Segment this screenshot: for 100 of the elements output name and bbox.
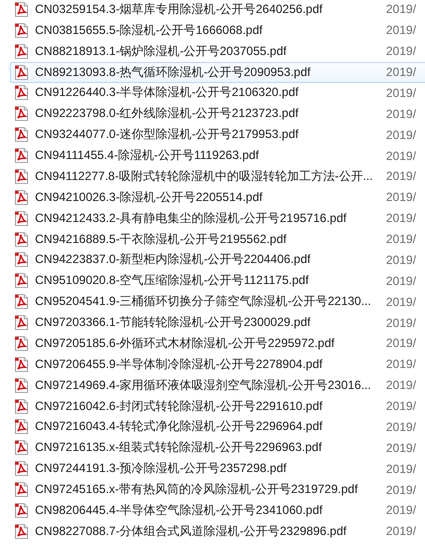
pdf-file-icon [15, 461, 28, 476]
file-name[interactable]: CN88218913.1-锅炉除湿机-公开号2037055.pdf [35, 42, 383, 60]
pdf-file-icon [15, 294, 28, 310]
pdf-file-icon [15, 356, 28, 372]
file-name[interactable]: CN94210026.3-除湿机-公开号2205514.pdf [35, 188, 383, 206]
file-name[interactable]: CN94112277.8-吸附式转轮除湿机中的吸湿转轮加工方法-公开... [35, 168, 383, 185]
file-name[interactable]: CN94223837.0-新型柜内除湿机-公开号2204406.pdf [35, 251, 383, 268]
file-name[interactable]: CN98227088.7-分体组合式风道除湿机-公开号2329896.pdf [35, 522, 383, 540]
date-modified: 2019/ [386, 399, 416, 414]
date-modified: 2019/ [386, 128, 416, 142]
date-modified: 2019/ [386, 23, 416, 38]
pdf-file-icon [15, 106, 28, 122]
date-modified: 2019/ [386, 232, 416, 246]
file-row[interactable]: CN93244077.0-迷你型除湿机-公开号2179953.pdf 2019/ [10, 124, 425, 146]
date-modified: 2019/ [386, 524, 416, 538]
file-name[interactable]: CN97214969.4-家用循环液体吸湿剂空气除湿机-公开号23016... [35, 376, 383, 394]
pdf-file-icon [15, 419, 28, 434]
file-row[interactable]: CN97205185.6-外循环式木材除湿机-公开号2295972.pdf 2019/ [10, 333, 425, 354]
file-row[interactable]: CN95109020.8-空气压缩除湿机-公开号1121175.pdf 2019/ [10, 270, 425, 292]
file-row[interactable]: CN92223798.0-红外线除湿机-公开号2123723.pdf 2019/ [10, 103, 425, 124]
file-row[interactable]: CN97203366.1-节能转轮除湿机-公开号2300029.pdf 2019/ [10, 312, 425, 333]
date-modified: 2019/ [386, 482, 416, 497]
date-modified: 2019/ [386, 2, 416, 16]
pdf-file-icon [15, 336, 28, 351]
file-row[interactable]: CN03815655.5-除湿机-公开号1666068.pdf 2019/ [10, 20, 425, 41]
pdf-file-icon [15, 378, 28, 393]
date-modified: 2019/ [386, 503, 416, 518]
file-name[interactable]: CN89213093.8-热气循环除湿机-公开号2090953.pdf [35, 64, 383, 81]
pdf-file-icon [15, 252, 28, 268]
date-modified: 2019/ [386, 440, 416, 455]
file-name[interactable]: CN91226440.3-半导体除湿机-公开号2106320.pdf [35, 84, 383, 102]
file-name[interactable]: CN97205185.6-外循环式木材除湿机-公开号2295972.pdf [35, 334, 383, 352]
pdf-file-icon [15, 64, 28, 80]
date-modified: 2019/ [386, 462, 416, 476]
file-row[interactable]: CN97245165.x-带有热风筒的冷风除湿机-公开号2319729.pdf 2019/ [10, 479, 425, 500]
file-row[interactable]: CN97216043.4-转轮式净化除湿机-公开号2296964.pdf 2019/ [10, 416, 425, 438]
pdf-file-icon [15, 482, 28, 498]
file-name[interactable]: CN95204541.9-三桶循环切换分子筛空气除湿机-公开号22130... [35, 293, 383, 310]
date-modified: 2019/ [386, 169, 416, 184]
file-row[interactable]: CN97214969.4-家用循环液体吸湿剂空气除湿机-公开号23016... 2019/ [10, 374, 425, 396]
date-modified: 2019/ [386, 211, 416, 226]
date-modified: 2019/ [386, 190, 416, 204]
file-name[interactable]: CN03815655.5-除湿机-公开号1666068.pdf [35, 22, 383, 39]
date-modified: 2019/ [386, 378, 416, 392]
file-name[interactable]: CN95109020.8-空气压缩除湿机-公开号1121175.pdf [35, 272, 383, 290]
pdf-file-icon [15, 210, 28, 226]
file-row[interactable]: CN94210026.3-除湿机-公开号2205514.pdf 2019/ [10, 186, 425, 208]
file-row[interactable]: CN88218913.1-锅炉除湿机-公开号2037055.pdf 2019/ [10, 40, 425, 62]
date-modified: 2019/ [386, 274, 416, 288]
file-row[interactable]: CN94216889.5-干衣除湿机-公开号2195562.pdf 2019/ [10, 228, 425, 250]
file-row[interactable]: CN97216042.6-封闭式转轮除湿机-公开号2291610.pdf 2019/ [10, 396, 425, 416]
date-modified: 2019/ [386, 65, 416, 80]
file-name[interactable]: CN98206445.4-半导体空气除湿机-公开号2341060.pdf [35, 502, 383, 519]
file-row[interactable]: CN03259154.3-烟草库专用除湿机-公开号2640256.pdf 2019/ [10, 0, 425, 20]
file-name[interactable]: CN94216889.5-干衣除湿机-公开号2195562.pdf [35, 230, 383, 248]
file-row[interactable]: CN97244191.3-预冷除湿机-公开号2357298.pdf 2019/ [10, 458, 425, 480]
file-row[interactable]: CN94223837.0-新型柜内除湿机-公开号2204406.pdf 2019/ [10, 250, 425, 270]
file-row[interactable]: CN91226440.3-半导体除湿机-公开号2106320.pdf 2019/ [10, 82, 425, 104]
date-modified: 2019/ [386, 336, 416, 350]
pdf-file-icon [15, 502, 28, 518]
file-name[interactable]: CN94212433.2-具有静电集尘的除湿机-公开号2195716.pdf [35, 210, 383, 227]
file-row[interactable]: CN94112277.8-吸附式转轮除湿机中的吸湿转轮加工方法-公开... 2019/ [10, 166, 425, 187]
pdf-file-icon [15, 315, 28, 330]
pdf-file-icon [15, 273, 28, 288]
date-modified: 2019/ [386, 420, 416, 434]
date-modified: 2019/ [386, 316, 416, 330]
file-row[interactable]: CN97216135.x-组装式转轮除湿机-公开号2296963.pdf 2019/ [10, 437, 425, 458]
date-modified: 2019/ [386, 148, 416, 163]
date-modified: 2019/ [386, 106, 416, 121]
file-name[interactable]: CN97244191.3-预冷除湿机-公开号2357298.pdf [35, 460, 383, 478]
file-row[interactable]: CN94111455.4-除湿机-公开号1119263.pdf 2019/ [10, 145, 425, 166]
file-name[interactable]: CN97216042.6-封闭式转轮除湿机-公开号2291610.pdf [35, 398, 383, 415]
file-name[interactable]: CN97216043.4-转轮式净化除湿机-公开号2296964.pdf [35, 418, 383, 436]
date-modified: 2019/ [386, 86, 416, 100]
pdf-file-icon [15, 440, 28, 456]
date-modified: 2019/ [386, 294, 416, 309]
file-name[interactable]: CN03259154.3-烟草库专用除湿机-公开号2640256.pdf [35, 0, 383, 18]
date-modified: 2019/ [386, 357, 416, 372]
file-name[interactable]: CN92223798.0-红外线除湿机-公开号2123723.pdf [35, 105, 383, 122]
file-name[interactable]: CN94111455.4-除湿机-公开号1119263.pdf [35, 147, 383, 164]
file-row[interactable]: CN98227088.7-分体组合式风道除湿机-公开号2329896.pdf 2019/ [10, 520, 425, 542]
file-row[interactable]: CN98206445.4-半导体空气除湿机-公开号2341060.pdf 2019/ [10, 500, 425, 521]
pdf-file-icon [15, 127, 28, 142]
pdf-file-icon [15, 168, 28, 184]
file-name[interactable]: CN97245165.x-带有热风筒的冷风除湿机-公开号2319729.pdf [35, 481, 383, 498]
pdf-file-icon [15, 148, 28, 164]
date-modified: 2019/ [386, 252, 416, 267]
pdf-file-icon [15, 524, 28, 539]
pdf-file-icon [15, 2, 28, 17]
pdf-file-icon [15, 22, 28, 38]
file-row[interactable]: CN97206455.9-半导体制冷除湿机-公开号2278904.pdf 2019/ [10, 354, 425, 375]
pdf-file-icon [15, 190, 28, 205]
pdf-file-icon [15, 398, 28, 414]
file-row[interactable]: CN94212433.2-具有静电集尘的除湿机-公开号2195716.pdf 2019/ [10, 208, 425, 229]
file-row[interactable]: CN95204541.9-三桶循环切换分子筛空气除湿机-公开号22130... 2019/ [10, 291, 425, 312]
file-row[interactable]: CN89213093.8-热气循环除湿机-公开号2090953.pdf 2019/ [10, 62, 425, 82]
file-name[interactable]: CN97203366.1-节能转轮除湿机-公开号2300029.pdf [35, 314, 383, 332]
file-name[interactable]: CN93244077.0-迷你型除湿机-公开号2179953.pdf [35, 126, 383, 144]
file-name[interactable]: CN97206455.9-半导体制冷除湿机-公开号2278904.pdf [35, 356, 383, 373]
file-name[interactable]: CN97216135.x-组装式转轮除湿机-公开号2296963.pdf [35, 439, 383, 456]
